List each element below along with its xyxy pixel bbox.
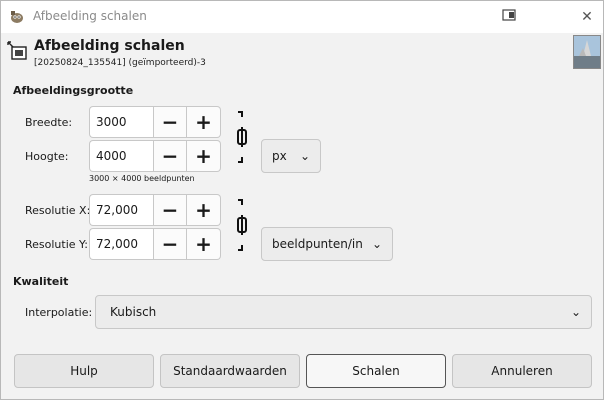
scale-image-icon <box>7 41 27 60</box>
chevron-down-icon: ⌄ <box>570 305 581 319</box>
window-mode-icon[interactable] <box>499 7 519 27</box>
resolution-chain-link-icon[interactable] <box>235 198 249 252</box>
resolution-y-decrease-button[interactable]: − <box>153 228 187 260</box>
chevron-down-icon: ⌄ <box>371 237 382 251</box>
section-image-size: Afbeeldingsgrootte <box>13 84 134 97</box>
resolution-y-input[interactable]: 72,000 <box>89 228 153 260</box>
dialog-window: Afbeelding schalen ✕ Afbeelding schalen … <box>0 0 604 400</box>
resolution-x-increase-button[interactable]: + <box>187 194 221 226</box>
title-bar: Afbeelding schalen ✕ <box>1 1 603 33</box>
resolution-x-input[interactable]: 72,000 <box>89 194 153 226</box>
interpolation-label: Interpolatie: <box>25 306 93 319</box>
height-increase-button[interactable]: + <box>187 140 221 172</box>
height-label: Hoogte: <box>25 150 69 163</box>
width-increase-button[interactable]: + <box>187 106 221 138</box>
width-decrease-button[interactable]: − <box>153 106 187 138</box>
resolution-unit-value: beeldpunten/in <box>272 237 363 251</box>
size-unit-dropdown[interactable]: px ⌄ <box>261 139 321 173</box>
gimp-icon <box>11 11 23 23</box>
window-title: Afbeelding schalen <box>33 9 147 23</box>
interpolation-value: Kubisch <box>110 305 157 319</box>
resolution-y-spinner: 72,000 − + <box>89 228 221 260</box>
image-name: [20250824_135541] (geïmporteerd)-3 <box>34 58 206 68</box>
close-icon[interactable]: ✕ <box>577 7 597 27</box>
interpolation-dropdown[interactable]: Kubisch ⌄ <box>95 295 592 329</box>
defaults-button[interactable]: Standaardwaarden <box>160 354 300 388</box>
chain-link-icon[interactable] <box>235 110 249 164</box>
resolution-x-decrease-button[interactable]: − <box>153 194 187 226</box>
resolution-unit-dropdown[interactable]: beeldpunten/in ⌄ <box>261 227 393 261</box>
width-spinner: 3000 − + <box>89 106 221 138</box>
resolution-x-spinner: 72,000 − + <box>89 194 221 226</box>
chevron-down-icon: ⌄ <box>299 149 310 163</box>
height-input[interactable]: 4000 <box>89 140 153 172</box>
pixel-dimensions-info: 3000 × 4000 beeldpunten <box>89 174 195 183</box>
resolution-x-label: Resolutie X: <box>25 204 91 217</box>
resolution-y-label: Resolutie Y: <box>25 238 89 251</box>
height-decrease-button[interactable]: − <box>153 140 187 172</box>
cancel-button[interactable]: Annuleren <box>452 354 592 388</box>
scale-button[interactable]: Schalen <box>306 354 446 388</box>
width-input[interactable]: 3000 <box>89 106 153 138</box>
dialog-content: Afbeelding schalen [20250824_135541] (ge… <box>1 33 603 399</box>
resolution-y-increase-button[interactable]: + <box>187 228 221 260</box>
section-quality: Kwaliteit <box>13 275 69 288</box>
help-button[interactable]: Hulp <box>14 354 154 388</box>
image-thumbnail <box>573 35 601 69</box>
width-label: Breedte: <box>25 116 73 129</box>
height-spinner: 4000 − + <box>89 140 221 172</box>
size-unit-value: px <box>272 149 287 163</box>
dialog-header-title: Afbeelding schalen <box>34 38 185 54</box>
